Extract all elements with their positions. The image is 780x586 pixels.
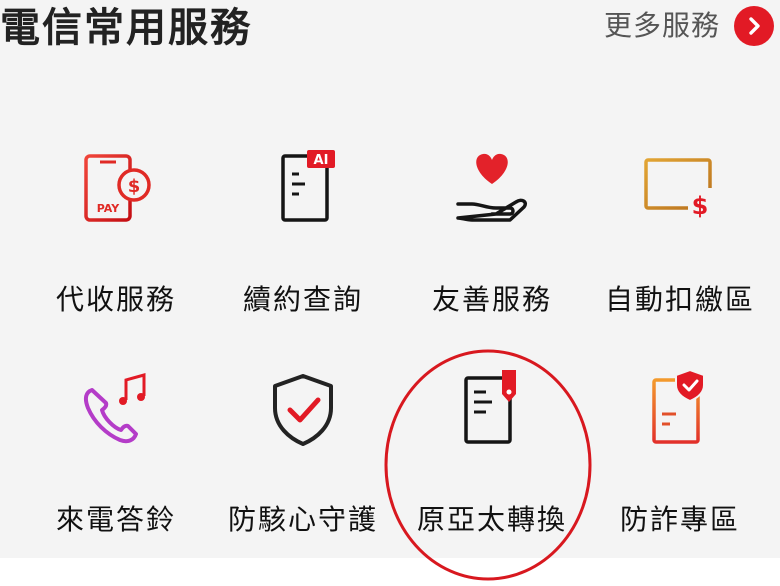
section-title: 電信常用服務 (0, 5, 252, 51)
service-friendly[interactable]: 友善服務 (397, 150, 587, 340)
service-label: 續約查詢 (242, 283, 363, 316)
service-label: 代收服務 (55, 283, 176, 316)
card-dollar-icon: $ (644, 158, 714, 220)
service-label: 原亞太轉換 (416, 503, 567, 536)
service-label: 自動扣繳區 (604, 283, 755, 316)
service-apt-transfer[interactable]: 原亞太轉換 (397, 370, 587, 560)
more-services-label: 更多服務 (603, 9, 720, 42)
svg-text:$: $ (128, 176, 141, 197)
shield-check-icon (273, 374, 333, 446)
service-auto-debit[interactable]: $ 自動扣繳區 (585, 150, 775, 340)
service-hack-protection[interactable]: 防駭心守護 (208, 370, 398, 560)
document-tag-icon (464, 370, 516, 444)
service-renewal-inquiry[interactable]: AI 續約查詢 (208, 150, 398, 340)
service-label: 防詐專區 (619, 503, 740, 536)
telecom-services-panel: 電信常用服務 更多服務 PAY $ 代收服務 AI 續約查詢 友善服務 $ 自動… (0, 0, 780, 558)
svg-text:$: $ (692, 192, 709, 220)
service-anti-fraud[interactable]: 防詐專區 (585, 370, 775, 560)
service-label: 來電答鈴 (55, 503, 176, 536)
service-label: 防駭心守護 (227, 503, 378, 536)
chevron-right-icon[interactable] (734, 6, 774, 46)
service-payment-collection[interactable]: PAY $ 代收服務 (21, 150, 211, 340)
service-ringback-tone[interactable]: 來電答鈴 (21, 370, 211, 560)
ai-document-icon: AI (281, 150, 335, 222)
heart-hand-icon (456, 153, 528, 222)
document-shield-icon (652, 370, 705, 444)
phone-music-icon (83, 373, 146, 444)
more-services-link[interactable]: 更多服務 (604, 6, 774, 46)
service-label: 友善服務 (431, 283, 552, 316)
svg-text:PAY: PAY (97, 202, 121, 215)
svg-text:AI: AI (314, 153, 329, 168)
payment-phone-icon: PAY $ (84, 154, 151, 222)
